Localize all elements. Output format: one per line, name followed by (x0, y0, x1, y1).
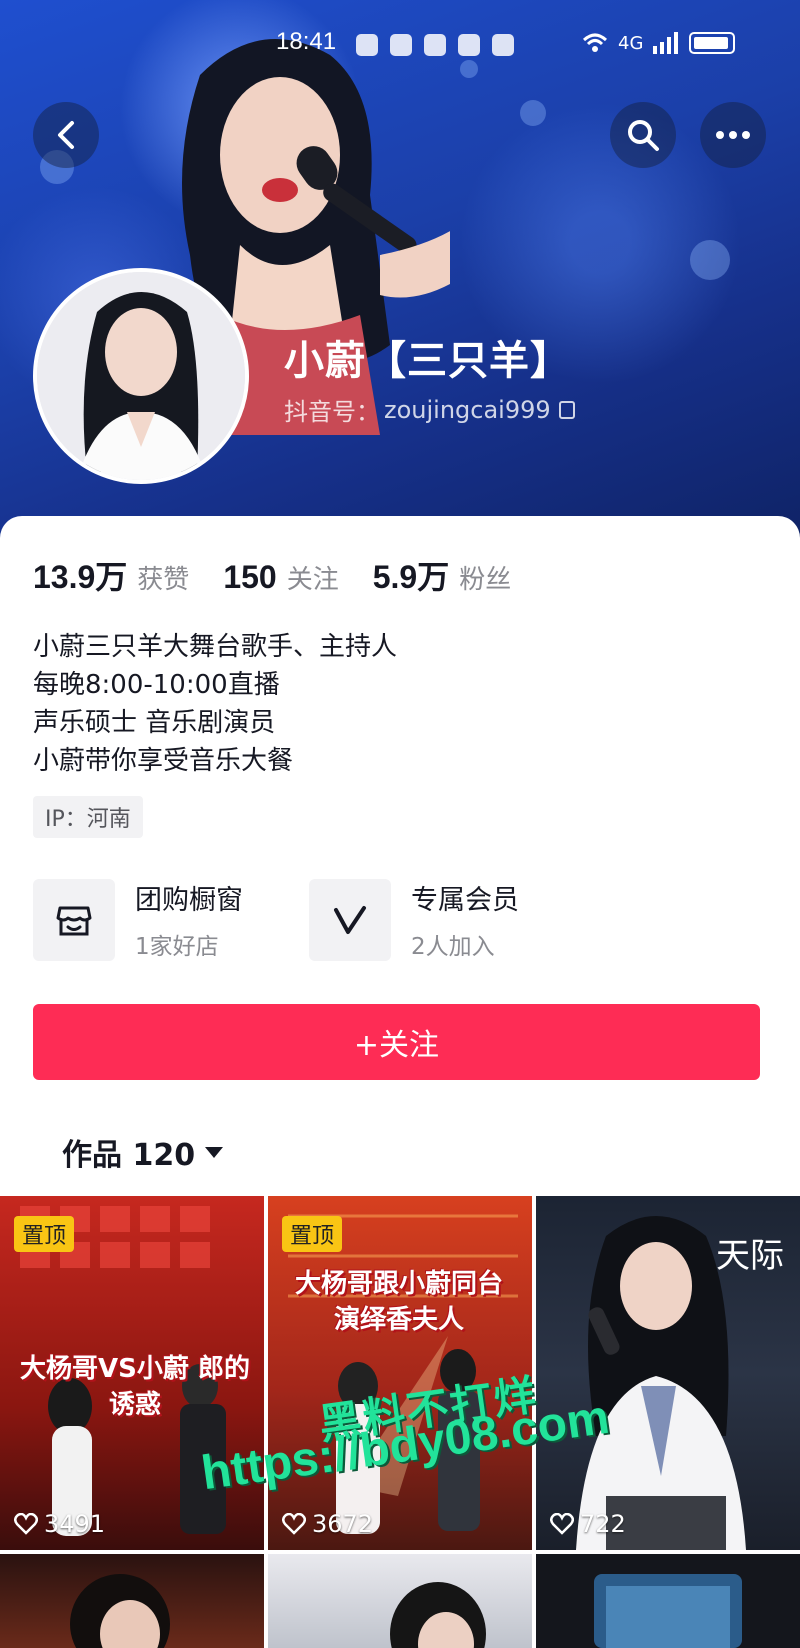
video-likes: 3672 (282, 1510, 373, 1538)
feature-title: 团购橱窗 (135, 885, 243, 916)
heart-icon (14, 1513, 38, 1535)
stat-followers[interactable]: 5.9万 粉丝 (373, 552, 512, 598)
bio-line: 每晚8:00-10:00直播 (33, 670, 280, 700)
status-notification-icons (356, 34, 514, 56)
video-thumbnail[interactable] (536, 1554, 800, 1648)
notification-icon (390, 34, 412, 56)
profile-id-value: zoujingcai999 (384, 395, 551, 424)
chevron-left-icon (58, 121, 74, 149)
more-horizontal-icon (716, 131, 750, 139)
profile-banner: 18:41 4G 小蔚【三只羊】 抖音号： zoujingcai999 (0, 0, 800, 540)
more-button[interactable] (700, 102, 766, 168)
video-scene-image (594, 1574, 742, 1648)
likes-count: 3491 (44, 1510, 106, 1538)
network-type: 4G (618, 32, 644, 54)
heart-icon (282, 1513, 306, 1535)
feature-subtitle: 1家好店 (135, 934, 219, 960)
status-system-icons: 4G (582, 32, 736, 54)
status-time: 18:41 (276, 28, 337, 55)
bio-line: 声乐硕士 音乐剧演员 (33, 708, 276, 738)
avatar-image (37, 272, 245, 480)
tab-works[interactable]: 作品 120 (62, 1130, 224, 1174)
wifi-icon (582, 33, 608, 52)
profile-bio: 小蔚三只羊大舞台歌手、主持人 每晚8:00-10:00直播 声乐硕士 音乐剧演员… (33, 628, 397, 780)
video-thumbnail[interactable] (268, 1554, 532, 1648)
pinned-badge: 置顶 (282, 1216, 343, 1252)
profile-id[interactable]: 抖音号： zoujingcai999 (284, 392, 575, 427)
stat-label: 获赞 (137, 565, 190, 595)
bio-line: 小蔚带你享受音乐大餐 (33, 746, 294, 776)
video-caption: 大杨哥VS小蔚 郎的诱惑 (20, 1354, 250, 1420)
stat-label: 关注 (286, 565, 339, 595)
likes-count: 3672 (312, 1510, 374, 1538)
follow-button[interactable]: +关注 (33, 1004, 760, 1080)
shop-icon (56, 906, 92, 935)
profile-stats: 13.9万 获赞 150 关注 5.9万 粉丝 (33, 552, 545, 598)
video-caption: 天际 (716, 1236, 784, 1276)
profile-card: 13.9万 获赞 150 关注 5.9万 粉丝 小蔚三只羊大舞台歌手、主持人 每… (0, 516, 800, 1196)
feature-exclusive-membership[interactable]: 专属会员 2人加入 (309, 878, 519, 961)
stat-value: 150 (223, 559, 277, 595)
signal-icon (653, 32, 679, 54)
video-scene-image (390, 1582, 486, 1648)
browser-icon (492, 34, 514, 56)
profile-id-label: 抖音号： (284, 398, 380, 426)
search-icon (628, 120, 659, 151)
profile-name: 小蔚【三只羊】 (284, 338, 571, 384)
stat-value: 13.9万 (33, 559, 128, 595)
video-caption: 大杨哥跟小蔚同台演绎香夫人 (294, 1269, 503, 1335)
message-icon (458, 34, 480, 56)
video-likes: 3491 (14, 1510, 105, 1538)
avatar[interactable] (33, 268, 249, 484)
caret-down-icon (205, 1146, 224, 1158)
video-likes: 722 (550, 1510, 626, 1538)
ip-location-tag: IP：河南 (33, 796, 143, 838)
status-bar: 18:41 4G (0, 28, 800, 68)
video-thumbnail[interactable] (0, 1554, 264, 1648)
telegram-icon (424, 34, 446, 56)
bio-line: 小蔚三只羊大舞台歌手、主持人 (33, 632, 398, 662)
video-thumbnail[interactable]: 天际 722 (536, 1196, 800, 1550)
video-scene-image (70, 1574, 170, 1648)
member-v-icon (334, 905, 366, 934)
stat-label: 粉丝 (459, 565, 512, 595)
tab-works-label: 作品 120 (62, 1138, 196, 1173)
notification-icon (356, 34, 378, 56)
bokeh-light (690, 240, 730, 280)
pinned-badge: 置顶 (14, 1216, 75, 1252)
feature-subtitle: 2人加入 (411, 934, 495, 960)
battery-icon (689, 32, 736, 54)
heart-icon (550, 1513, 574, 1535)
shop-icon-box (33, 878, 115, 961)
member-icon-box (309, 878, 391, 961)
back-button[interactable] (33, 102, 99, 168)
search-button[interactable] (610, 102, 676, 168)
stat-value: 5.9万 (372, 559, 450, 595)
copy-icon[interactable] (558, 400, 575, 419)
feature-title: 专属会员 (411, 885, 519, 916)
bokeh-light (520, 100, 546, 126)
stat-likes[interactable]: 13.9万 获赞 (33, 552, 189, 598)
stat-following[interactable]: 150 关注 (223, 559, 338, 596)
likes-count: 722 (580, 1510, 626, 1538)
feature-group-buy-showcase[interactable]: 团购橱窗 1家好店 (33, 878, 243, 961)
